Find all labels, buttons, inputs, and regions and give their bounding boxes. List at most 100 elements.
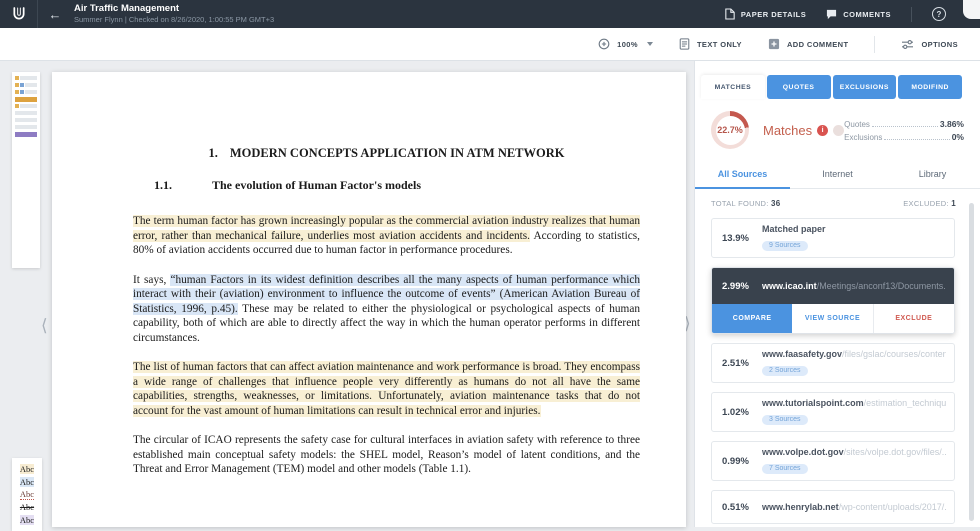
source-card[interactable]: 0.51% www.henrylab.net/wp-content/upload… (711, 490, 955, 524)
tab-all-sources[interactable]: All Sources (695, 161, 790, 189)
totals-row: TOTAL FOUND: 36 EXCLUDED: 1 (695, 189, 980, 216)
paper-details-button[interactable]: PAPER DETAILS (725, 8, 806, 20)
toolbar-divider (874, 35, 876, 53)
result-tabs: MATCHES QUOTES EXCLUSIONS MODIFIND (701, 75, 962, 99)
source-domain: www.icao.int (762, 281, 817, 291)
heading2-number: 1.1. (154, 178, 172, 192)
tab-modifind[interactable]: MODIFIND (898, 75, 962, 99)
source-card[interactable]: 2.51% www.faasafety.gov/files/gslac/cour… (711, 343, 955, 383)
page-minimap[interactable] (12, 72, 40, 268)
exclusions-stat-value: 0% (951, 131, 964, 142)
source-count-badge: 9 Sources (762, 240, 808, 251)
source-domain: www.henrylab.net (762, 502, 839, 512)
chevron-down-icon (646, 42, 653, 46)
overlay-artifact (963, 0, 980, 19)
source-percent: 1.02% (722, 406, 749, 418)
tab-quotes[interactable]: QUOTES (766, 75, 831, 99)
comment-icon (827, 9, 837, 19)
active-source-row[interactable]: 2.99% www.icao.int/Meetings/anconf13/Doc… (712, 268, 954, 304)
unicheck-logo[interactable] (0, 0, 38, 28)
plain-text: It says, (133, 273, 171, 286)
document-heading-2: 1.1. The evolution of Human Factor's mode… (133, 178, 640, 193)
topbar-divider (911, 6, 912, 22)
matches-label: Matches (763, 122, 813, 138)
source-card[interactable]: 0.99% www.volpe.dot.gov/sites/volpe.dot.… (711, 441, 955, 481)
zoom-control[interactable]: 100% (598, 38, 653, 50)
matches-ring: 22.7% (711, 111, 749, 149)
zoom-level: 100% (617, 39, 638, 49)
page-title: Air Traffic Management (74, 3, 180, 15)
legend-modified: Abc (19, 514, 35, 525)
source-actions: COMPARE VIEW SOURCE EXCLUDE (712, 304, 954, 333)
source-count-badge: 7 Sources (762, 463, 808, 474)
source-percent: 13.9% (722, 232, 749, 244)
legend-reference: Abc (19, 489, 35, 501)
source-count-badge: 3 Sources (762, 414, 808, 425)
matches-toggle-icon[interactable] (833, 124, 845, 136)
source-path: /Meetings/anconf13/Documents... (816, 281, 946, 291)
highlight-legend: Abc Abc Abc Abc Abc (12, 458, 42, 531)
legend-quote: Abc (19, 476, 35, 487)
exclude-button[interactable]: EXCLUDE (874, 304, 954, 333)
matches-summary: 22.7% Matches i Quotes 3.86% Exclusions … (695, 99, 980, 159)
source-path: /wp-content/uploads/2017/... (838, 502, 946, 512)
info-badge-icon[interactable]: i (817, 124, 829, 136)
legend-match: Abc (19, 464, 35, 474)
main-area: Abc Abc Abc Abc Abc ⟨ ⟩ 1. MODERN CONCEPT… (0, 61, 980, 531)
quotes-stat-value: 3.86% (939, 118, 964, 129)
paper-details-label: PAPER DETAILS (740, 9, 807, 19)
prev-page-chevron[interactable]: ⟨ (41, 316, 48, 336)
paragraph-3: The list of human factors that can affec… (133, 360, 640, 418)
source-percent: 0.99% (722, 455, 749, 467)
heading1-title: MODERN CONCEPTS APPLICATION IN ATM NETWO… (229, 146, 565, 160)
paragraph-2: It says, “human Factors in its widest de… (133, 273, 640, 346)
view-source-button[interactable]: VIEW SOURCE (792, 304, 874, 333)
match-highlight[interactable]: The list of human factors that can affec… (133, 361, 640, 417)
text-only-label: TEXT ONLY (696, 39, 742, 49)
comments-button[interactable]: COMMENTS (826, 9, 891, 20)
add-comment-button[interactable]: ADD COMMENT (768, 38, 848, 50)
source-card-active: 2.99% www.icao.int/Meetings/anconf13/Doc… (711, 267, 955, 334)
text-only-icon (679, 38, 690, 50)
options-label: OPTIONS (921, 39, 958, 49)
tab-internet[interactable]: Internet (790, 161, 885, 188)
quotes-stat-label: Quotes (844, 119, 870, 129)
excluded-count: EXCLUDED: 1 (903, 199, 956, 208)
options-sliders-icon (902, 39, 914, 49)
top-bar: ← Air Traffic Management Summer Flynn | … (0, 0, 980, 28)
total-found: TOTAL FOUND: 36 (711, 199, 781, 208)
source-path: /estimation_techniqu... (863, 398, 946, 408)
source-card[interactable]: 1.02% www.tutorialspoint.com/estimation_… (711, 392, 955, 432)
compare-button[interactable]: COMPARE (712, 304, 793, 333)
source-percent: 0.51% (722, 501, 749, 513)
source-domain: www.faasafety.gov (762, 349, 843, 359)
exclusions-stat: Exclusions 0% (844, 132, 964, 142)
back-button[interactable]: ← (38, 7, 72, 22)
source-count-badge: 2 Sources (762, 365, 808, 376)
tab-library[interactable]: Library (885, 161, 980, 188)
source-path: /files/gslac/courses/conten... (842, 349, 946, 359)
help-icon[interactable]: ? (932, 7, 946, 21)
add-comment-label: ADD COMMENT (786, 39, 849, 49)
document-subtitle: Summer Flynn | Checked on 8/26/2020, 1:0… (74, 15, 275, 25)
source-percent: 2.99% (722, 280, 749, 292)
comments-label: COMMENTS (843, 9, 891, 19)
options-button[interactable]: OPTIONS (901, 39, 958, 50)
document-meta: Air Traffic Management Summer Flynn | Ch… (74, 3, 274, 24)
source-filter-tabs: All Sources Internet Library (695, 161, 980, 189)
stats-panel: Quotes 3.86% Exclusions 0% (844, 116, 964, 145)
text-only-button[interactable]: TEXT ONLY (679, 38, 742, 50)
sidebar-scrollbar[interactable] (969, 203, 974, 521)
plain-text: The circular of ICAO represents the safe… (133, 434, 640, 475)
results-sidebar: MATCHES QUOTES EXCLUSIONS MODIFIND 22.7%… (694, 61, 980, 527)
paper-icon (725, 8, 735, 20)
viewer-toolbar: 100% TEXT ONLY ADD COMMENT OPTIONS (0, 28, 980, 61)
tab-exclusions[interactable]: EXCLUSIONS (832, 75, 897, 99)
source-domain: www.volpe.dot.gov (762, 447, 844, 457)
dotted-leader (871, 125, 938, 127)
matches-percent: 22.7% (715, 115, 745, 145)
heading1-number: 1. (208, 146, 218, 160)
tab-matches[interactable]: MATCHES (701, 75, 765, 99)
quotes-stat: Quotes 3.86% (844, 119, 964, 129)
source-card-matched-paper[interactable]: 13.9% Matched paper 9 Sources (711, 218, 955, 258)
